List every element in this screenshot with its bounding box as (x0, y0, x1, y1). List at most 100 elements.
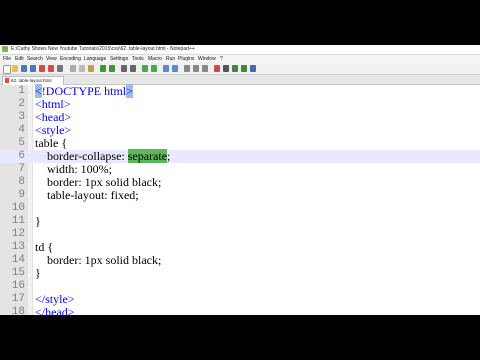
code-line[interactable]: 3 <head> (0, 111, 480, 124)
line-number: 12 (11, 228, 25, 240)
code-line[interactable]: 18 </head> (0, 305, 480, 316)
code-token: <style> (35, 123, 72, 137)
line-number: 3 (18, 111, 25, 123)
line-number: 7 (18, 163, 25, 175)
line-code: } (35, 215, 41, 228)
menu-search[interactable]: Search (27, 55, 43, 63)
replace-icon[interactable] (130, 65, 136, 72)
menu-window[interactable]: Window (198, 55, 216, 63)
menu-tools[interactable]: Tools (132, 55, 144, 63)
code-line[interactable]: 1 <!DOCTYPE html> (0, 84, 480, 98)
line-number: 8 (18, 176, 25, 188)
line-number: 6 (18, 150, 25, 162)
code-token: < (35, 84, 42, 98)
notepadpp-icon (2, 46, 8, 52)
menu-bar: File Edit Search View Encoding Language … (0, 55, 480, 63)
play-macro-icon[interactable] (232, 65, 238, 72)
save-icon[interactable] (21, 65, 27, 72)
code-token: </style> (35, 292, 75, 306)
run-macro-multiple-icon[interactable] (241, 65, 247, 72)
code-editor[interactable]: 1 <!DOCTYPE html> 2 <html> 3 <head> 4 <style> 5 t… (0, 84, 480, 316)
menu-run[interactable]: Run (166, 55, 175, 63)
sync-horizontal-icon[interactable] (172, 65, 178, 72)
line-number: 10 (11, 202, 25, 214)
code-line[interactable]: 4 <style> (0, 124, 480, 137)
menu-encoding[interactable]: Encoding (60, 55, 81, 63)
line-number: 11 (11, 215, 25, 227)
new-file-icon[interactable] (3, 65, 11, 74)
code-token: separate (127, 149, 168, 163)
code-line[interactable]: 12 (0, 228, 480, 241)
toolbar (0, 63, 480, 75)
line-number: 9 (18, 189, 25, 201)
indent-guide-icon[interactable] (202, 65, 208, 72)
code-token: table-layout: fixed; (35, 188, 139, 202)
line-number: 5 (18, 137, 25, 149)
sync-vertical-icon[interactable] (163, 65, 169, 72)
undo-icon[interactable] (100, 65, 106, 72)
code-token: > (126, 84, 133, 98)
menu-plugins[interactable]: Plugins (178, 55, 194, 63)
copy-icon[interactable] (79, 65, 85, 72)
code-line[interactable]: 15} (0, 267, 480, 280)
code-token: border: 1px solid black; (35, 175, 162, 189)
menu-help[interactable]: ? (220, 55, 223, 63)
code-token: <html> (35, 97, 71, 111)
save-all-icon[interactable] (30, 65, 36, 72)
code-line[interactable]: 11} (0, 215, 480, 228)
code-token: <head> (35, 110, 72, 124)
code-token: </head> (35, 305, 75, 316)
record-macro-icon[interactable] (214, 65, 220, 72)
unsaved-file-icon (5, 78, 9, 84)
code-token: table { (35, 136, 68, 150)
code-line[interactable]: 2 <html> (0, 98, 480, 111)
cut-icon[interactable] (70, 65, 76, 72)
menu-edit[interactable]: Edit (15, 55, 24, 63)
line-code: border: 1px solid black; (35, 254, 161, 267)
code-line[interactable]: 14 border: 1px solid black; (0, 254, 480, 267)
code-line[interactable]: 10 (0, 202, 480, 215)
zoom-out-icon[interactable] (151, 65, 157, 72)
code-token: } (35, 266, 41, 280)
tab-label: 62. table-layout.html (11, 78, 52, 83)
code-token: ; (167, 149, 171, 163)
menu-view[interactable]: View (46, 55, 57, 63)
code-token: border: 1px solid black; (35, 253, 162, 267)
find-icon[interactable] (121, 65, 127, 72)
code-token: width: 100%; (35, 162, 112, 176)
code-token: } (35, 214, 41, 228)
title-bar: E:\Cathy Shows New Youtube Tutorials\201… (0, 45, 480, 55)
line-code: </head> (35, 305, 75, 316)
menu-settings[interactable]: Settings (110, 55, 128, 63)
line-number: 18 (11, 306, 25, 315)
open-file-icon[interactable] (12, 65, 18, 72)
close-icon[interactable] (39, 65, 45, 72)
code-line[interactable]: 9 table-layout: fixed; (0, 189, 480, 202)
show-all-chars-icon[interactable] (193, 65, 199, 72)
menu-language[interactable]: Language (84, 55, 106, 63)
zoom-in-icon[interactable] (142, 65, 148, 72)
line-code: table-layout: fixed; (35, 189, 139, 202)
print-icon[interactable] (57, 65, 63, 72)
close-all-icon[interactable] (48, 65, 54, 72)
line-number: 16 (11, 280, 25, 292)
word-wrap-icon[interactable] (184, 65, 190, 72)
line-number: 4 (18, 124, 25, 136)
line-number: 17 (11, 293, 25, 305)
line-number: 14 (11, 254, 25, 266)
menu-macro[interactable]: Macro (148, 55, 162, 63)
menu-file[interactable]: File (3, 55, 11, 63)
code-token: !DOCTYPE html (41, 84, 127, 98)
line-number: 2 (18, 98, 25, 110)
paste-icon[interactable] (88, 65, 94, 72)
line-number: 1 (18, 85, 25, 97)
line-number: 15 (11, 267, 25, 279)
redo-icon[interactable] (109, 65, 115, 72)
stop-macro-icon[interactable] (223, 65, 229, 72)
save-macro-icon[interactable] (250, 65, 256, 72)
line-number: 13 (11, 241, 25, 253)
line-code: } (35, 267, 41, 280)
window-title: E:\Cathy Shows New Youtube Tutorials\201… (11, 46, 195, 52)
code-token: td { (35, 240, 54, 254)
code-token: border-collapse: (35, 149, 128, 163)
